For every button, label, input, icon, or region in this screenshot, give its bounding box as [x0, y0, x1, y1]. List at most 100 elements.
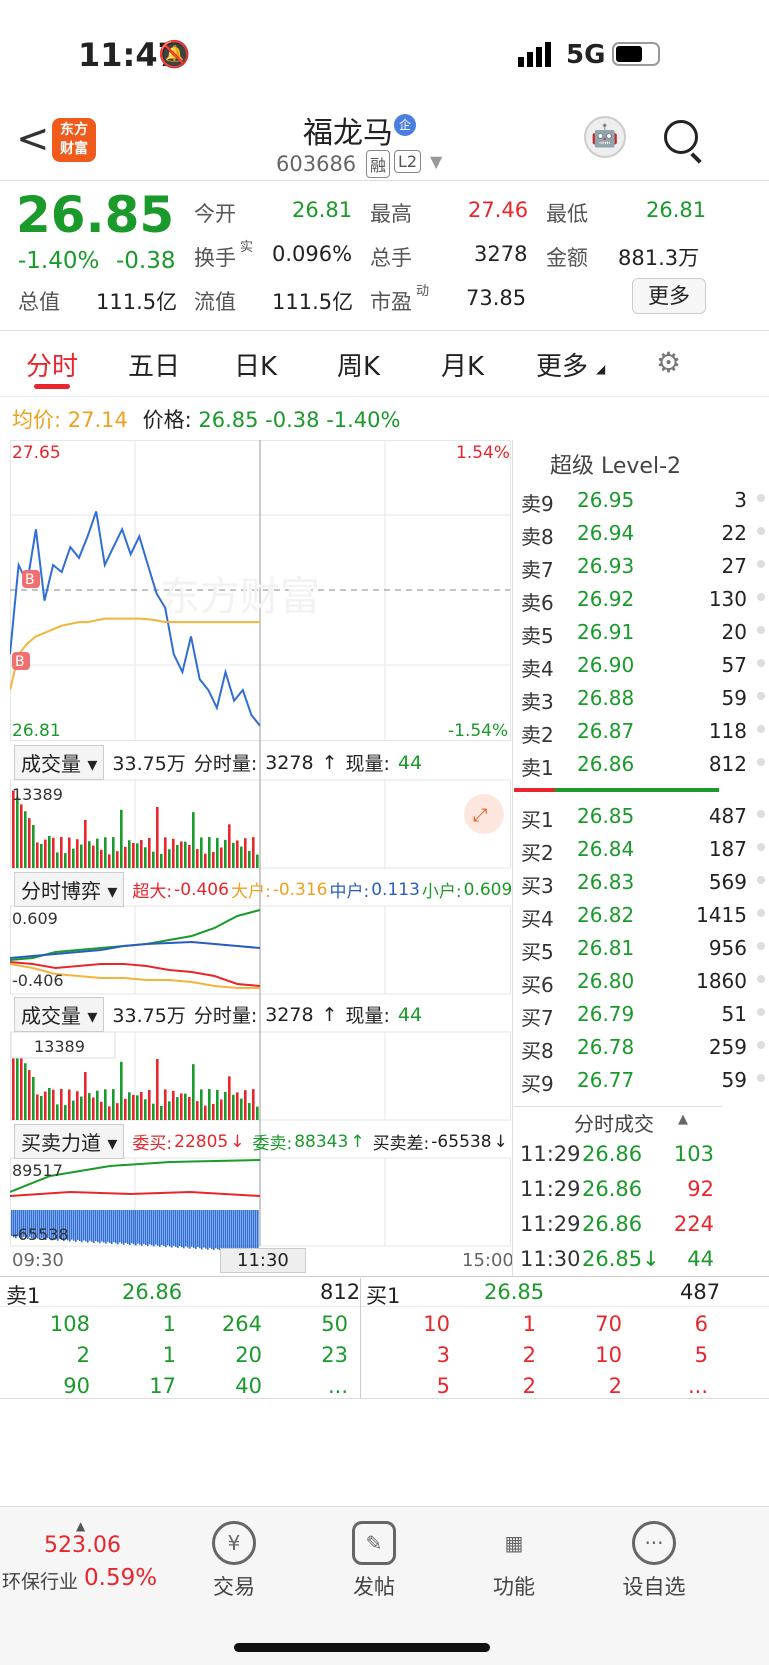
queue-cell: 1	[522, 1312, 536, 1336]
functions-button[interactable]: ▦ 功能	[454, 1521, 574, 1601]
force-bar	[77, 1210, 79, 1240]
queue-cell: 2	[608, 1374, 622, 1398]
indicator-select[interactable]: 成交量 ▾	[14, 997, 105, 1032]
tab-monthly[interactable]: 月K	[441, 346, 484, 383]
battery-icon	[612, 42, 660, 66]
volume-bar	[36, 842, 39, 868]
pe-label: 市盈	[370, 290, 412, 314]
bid-row[interactable]: 买1 26.85 487	[521, 798, 769, 833]
queue-buy-label: 买1	[366, 1284, 401, 1308]
bid-row[interactable]: 买8 26.78 259	[521, 1029, 769, 1064]
sector-name[interactable]: 环保行业	[2, 1567, 78, 1594]
search-icon[interactable]	[664, 120, 698, 154]
force-bar	[213, 1210, 215, 1250]
volume-bar	[24, 1063, 27, 1120]
float-cap-label: 流值	[194, 290, 236, 314]
force-bar	[91, 1210, 93, 1242]
volume-bar	[232, 1094, 235, 1120]
force-bar	[211, 1210, 213, 1249]
low-value: 26.81	[646, 198, 707, 222]
ask-row[interactable]: 卖6 26.92 130	[521, 581, 769, 616]
force-bar	[147, 1210, 149, 1247]
volume-bar	[96, 838, 99, 868]
queue-cell: 5	[436, 1374, 450, 1398]
volume-bar	[244, 838, 247, 868]
bid-row[interactable]: 买5 26.81 956	[521, 930, 769, 965]
force-bar	[109, 1210, 111, 1243]
ask-row[interactable]: 卖8 26.94 22	[521, 515, 769, 550]
robot-assistant-icon[interactable]: 🤖	[584, 116, 626, 158]
tab-intraday[interactable]: 分时	[26, 346, 78, 383]
indicator-select[interactable]: 成交量 ▾	[14, 745, 105, 780]
ask-row[interactable]: 卖3 26.88 59	[521, 680, 769, 715]
ask-row[interactable]: 卖2 26.87 118	[521, 713, 769, 748]
sector-pct[interactable]: 0.59%	[84, 1565, 157, 1591]
ticks-title[interactable]: 分时成交	[574, 1108, 654, 1137]
chevron-down-icon[interactable]: ▼	[430, 152, 442, 171]
ask-row[interactable]: 卖9 26.95 3	[521, 482, 769, 517]
volume-bar	[240, 1098, 243, 1120]
force-bar	[137, 1210, 139, 1244]
force-bar	[169, 1210, 171, 1247]
tab-more[interactable]: 更多	[536, 346, 588, 383]
game-max-label: 0.609	[12, 909, 58, 928]
volume-bar	[124, 846, 127, 868]
trade-button[interactable]: ¥ 交易	[174, 1521, 294, 1601]
force-bar	[103, 1210, 105, 1243]
ask-row[interactable]: 卖7 26.93 27	[521, 548, 769, 583]
bid-row[interactable]: 买9 26.77 59	[521, 1062, 769, 1097]
force-bar	[223, 1210, 225, 1250]
back-button[interactable]: <	[16, 116, 50, 162]
volume-bar	[128, 1092, 131, 1120]
settings-gear-icon[interactable]: ⚙	[656, 346, 681, 379]
post-button[interactable]: ✎ 发帖	[314, 1521, 434, 1601]
queue-cell: ...	[687, 1374, 708, 1398]
force-bar	[243, 1210, 245, 1250]
volume-bar	[112, 1089, 115, 1120]
volume-bar	[180, 841, 183, 868]
force-bar	[95, 1210, 97, 1242]
volume-bar	[248, 1102, 251, 1120]
tab-5day[interactable]: 五日	[128, 346, 180, 383]
force-min-label: -65538	[12, 1225, 69, 1244]
bid-row[interactable]: 买6 26.80 1860	[521, 963, 769, 998]
volume-bar	[252, 1089, 255, 1120]
volume-bar	[36, 1094, 39, 1120]
bid-row[interactable]: 买3 26.83 569	[521, 864, 769, 899]
tab-daily[interactable]: 日K	[234, 346, 277, 383]
bid-row[interactable]: 买7 26.79 51	[521, 996, 769, 1031]
volume-bar	[196, 849, 199, 868]
force-bar	[151, 1210, 153, 1246]
ask-row[interactable]: 卖5 26.91 20	[521, 614, 769, 649]
volume-bar	[168, 1101, 171, 1120]
tab-weekly[interactable]: 周K	[337, 346, 380, 383]
ask-row[interactable]: 卖1 26.86 812	[521, 746, 769, 781]
volume-bar	[196, 1101, 199, 1120]
volume-bar	[104, 837, 107, 868]
volume-bar	[164, 837, 167, 868]
mute-icon: 🔕	[158, 40, 191, 70]
force-bar	[203, 1210, 205, 1248]
volume-bar	[64, 1105, 67, 1120]
bid-row[interactable]: 买4 26.82 1415	[521, 897, 769, 932]
volume-bar	[32, 1077, 35, 1120]
force-bar	[239, 1210, 241, 1250]
indicator-select[interactable]: 分时博弈 ▾	[14, 872, 125, 907]
force-bar	[141, 1210, 143, 1246]
queue-cell: 6	[694, 1312, 708, 1336]
force-bar	[99, 1210, 101, 1244]
indicator-select[interactable]: 买卖力道 ▾	[14, 1124, 125, 1159]
add-favorite-button[interactable]: ··· 设自选	[594, 1521, 714, 1601]
last-price: 26.85	[16, 186, 175, 244]
volume-bar	[208, 837, 211, 868]
volume-bar	[88, 841, 91, 868]
ask-row[interactable]: 卖4 26.90 57	[521, 647, 769, 682]
high-value: 27.46	[468, 198, 529, 222]
sector-index[interactable]: 523.06	[44, 1533, 121, 1558]
price-change: -0.38	[265, 408, 320, 432]
volume-bar	[184, 841, 187, 868]
caret-up-icon[interactable]: ▲	[678, 1112, 688, 1127]
bid-row[interactable]: 买2 26.84 187	[521, 831, 769, 866]
more-button[interactable]: 更多	[632, 278, 706, 314]
volume-bar	[220, 1099, 223, 1120]
